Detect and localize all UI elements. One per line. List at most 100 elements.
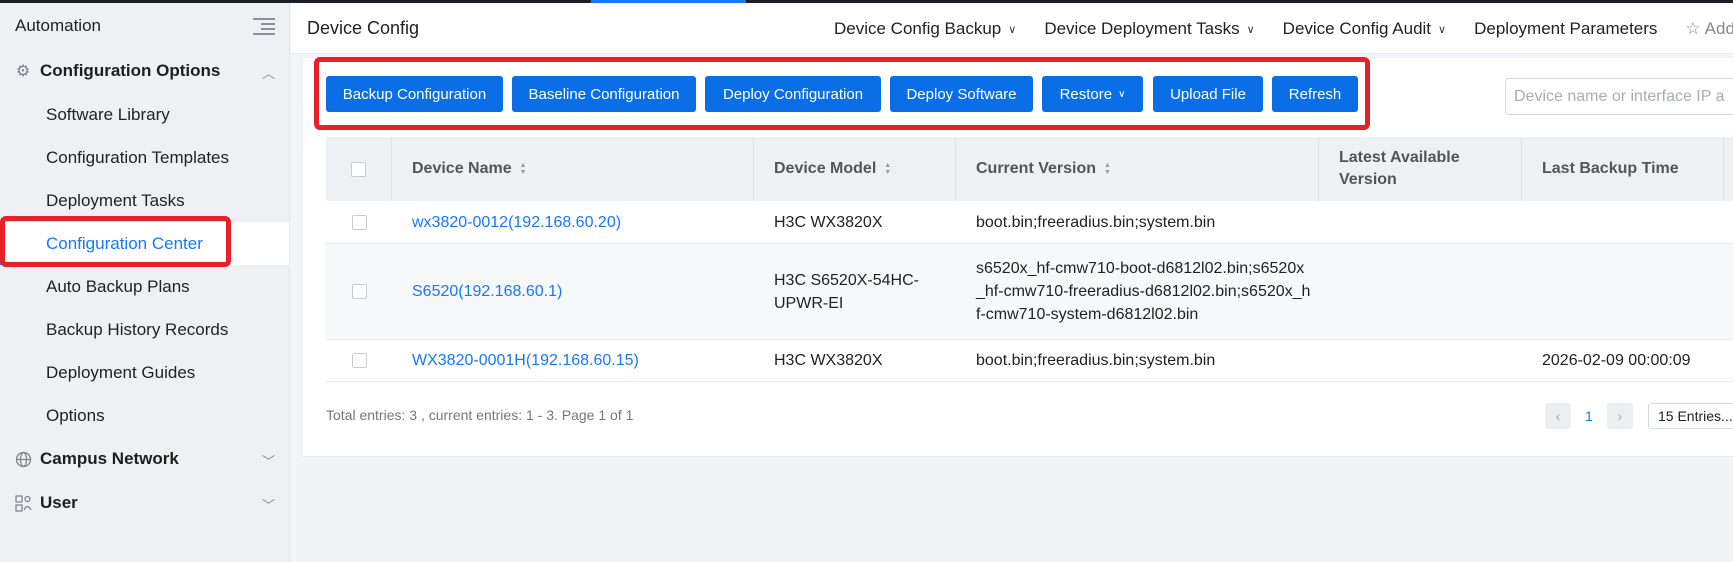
sidebar-item-backup-history-records[interactable]: Backup History Records xyxy=(0,308,289,351)
sidebar-item-options[interactable]: Options xyxy=(0,394,289,437)
column-label: Device Name xyxy=(412,160,512,177)
sidebar-item-deployment-tasks[interactable]: Deployment Tasks xyxy=(0,179,289,222)
pagination-summary: Total entries: 3 , current entries: 1 - … xyxy=(326,407,634,423)
sidebar-item-deployment-guides[interactable]: Deployment Guides xyxy=(0,351,289,394)
chevron-right-icon[interactable]: › xyxy=(1606,403,1633,429)
button-label: Deploy Configuration xyxy=(722,85,864,103)
button-label: Backup Configuration xyxy=(342,85,487,103)
page-number[interactable]: 1 xyxy=(1585,408,1593,424)
nav-label: Device Deployment Tasks xyxy=(1044,19,1240,38)
nav-device-config-backup[interactable]: Device Config Backup ∨ xyxy=(834,19,1016,39)
button-label: Restore xyxy=(1059,85,1113,103)
deploy-software-button[interactable]: Deploy Software xyxy=(890,76,1033,112)
restore-dropdown-button[interactable]: Restore ∨ xyxy=(1042,76,1143,112)
device-model-cell: H3C S6520X-54HC-UPWR-EI xyxy=(774,271,919,312)
nav-label: Device Config Backup xyxy=(834,19,1002,38)
column-header-device-name[interactable]: Device Name ▲ ▼ xyxy=(392,137,754,201)
chevron-down-icon: ∨ xyxy=(1118,88,1126,100)
select-all-checkbox[interactable] xyxy=(351,161,366,177)
chevron-down-icon: ﹀ xyxy=(261,454,275,469)
collapse-menu-icon[interactable] xyxy=(253,17,275,35)
sidebar-item-configuration-templates[interactable]: Configuration Templates xyxy=(0,136,289,179)
device-model-cell: H3C WX3820X xyxy=(774,352,883,369)
sort-icon[interactable]: ▲ ▼ xyxy=(1104,162,1111,176)
device-table: Device Name ▲ ▼ Device Model ▲ ▼ Current Ver… xyxy=(326,137,1733,382)
sidebar-item-label: Configuration Templates xyxy=(46,147,230,167)
search-input[interactable]: Device name or interface IP a xyxy=(1505,78,1733,115)
sort-icon[interactable]: ▲ ▼ xyxy=(520,162,527,176)
sidebar-item-configuration-center[interactable]: Configuration Center xyxy=(0,222,289,265)
table-row[interactable]: S6520(192.168.60.1) H3C S6520X-54HC-UPWR… xyxy=(326,244,1733,340)
latest-version-cell xyxy=(1319,244,1522,339)
sort-icon[interactable]: ▲ ▼ xyxy=(884,162,891,176)
top-nav: Device Config Backup ∨ Device Deployment … xyxy=(834,19,1733,39)
current-version-cell: boot.bin;freeradius.bin;system.bin xyxy=(976,213,1216,231)
table-row[interactable]: WX3820-0001H(192.168.60.15) H3C WX3820X … xyxy=(326,340,1733,382)
user-group-icon xyxy=(14,494,32,512)
chevron-up-icon: ︿ xyxy=(261,66,275,81)
globe-icon xyxy=(14,450,32,468)
page-size-select[interactable]: 15 Entries... xyxy=(1648,403,1733,429)
chevron-down-icon: ∨ xyxy=(1438,23,1447,36)
sidebar-item-label: Configuration Center xyxy=(46,233,203,253)
sidebar-item-label: Deployment Tasks xyxy=(46,190,185,210)
chevron-down-icon: ∨ xyxy=(1008,23,1017,36)
device-name-link[interactable]: WX3820-0001H(192.168.60.15) xyxy=(392,340,754,381)
button-label: Baseline Configuration xyxy=(528,85,680,103)
page-size-label: 15 Entries... xyxy=(1658,408,1733,424)
sidebar-group-configuration-options[interactable]: ⚙ Configuration Options ︿ xyxy=(0,49,289,93)
sidebar-item-label: Options xyxy=(46,405,105,425)
column-header-device-model[interactable]: Device Model ▲ ▼ xyxy=(754,137,956,201)
nav-device-config-audit[interactable]: Device Config Audit ∨ xyxy=(1283,19,1446,39)
button-label: Refresh xyxy=(1288,85,1342,103)
nav-label: Deployment Parameters xyxy=(1474,19,1658,38)
nav-add-favorite[interactable]: ☆ Add xyxy=(1685,19,1733,39)
nav-device-deployment-tasks[interactable]: Device Deployment Tasks ∨ xyxy=(1044,19,1254,39)
nav-label: Add xyxy=(1704,19,1733,38)
device-name-link[interactable]: wx3820-0012(192.168.60.20) xyxy=(392,201,754,243)
chevron-left-icon[interactable]: ‹ xyxy=(1545,403,1571,429)
last-backup-cell xyxy=(1522,244,1724,339)
column-label: Latest Available Version xyxy=(1339,149,1460,188)
sidebar-group-campus-network[interactable]: Campus Network ﹀ xyxy=(0,437,289,481)
sidebar-item-label: Software Library xyxy=(46,104,170,124)
sidebar-item-auto-backup-plans[interactable]: Auto Backup Plans xyxy=(0,265,289,308)
sidebar-group-user[interactable]: User ﹀ xyxy=(0,481,289,525)
chevron-down-icon: ∨ xyxy=(1246,23,1255,36)
column-label: Last Backup Time xyxy=(1542,160,1679,177)
upload-file-button[interactable]: Upload File xyxy=(1153,76,1263,112)
table-header: Device Name ▲ ▼ Device Model ▲ ▼ Current Ver… xyxy=(326,137,1733,201)
baseline-configuration-button[interactable]: Baseline Configuration xyxy=(512,76,696,112)
sidebar-group-label: Configuration Options xyxy=(40,61,221,80)
column-label: Device Model xyxy=(774,160,877,177)
gear-icon: ⚙ xyxy=(15,63,31,80)
search-placeholder: Device name or interface IP a xyxy=(1514,88,1725,105)
device-name-link[interactable]: S6520(192.168.60.1) xyxy=(392,244,754,339)
row-checkbox-cell xyxy=(326,201,392,243)
refresh-button[interactable]: Refresh xyxy=(1272,76,1358,112)
deploy-configuration-button[interactable]: Deploy Configuration xyxy=(705,76,881,112)
sidebar: Automation ⚙ Configuration Options ︿ Sof… xyxy=(0,3,290,562)
latest-version-cell xyxy=(1319,201,1522,243)
sidebar-item-software-library[interactable]: Software Library xyxy=(0,93,289,136)
nav-deployment-parameters[interactable]: Deployment Parameters xyxy=(1474,19,1657,39)
button-label: Upload File xyxy=(1170,85,1246,103)
last-backup-cell xyxy=(1522,201,1724,243)
page-header: Device Config Device Config Backup ∨ Devi… xyxy=(291,3,1733,54)
latest-version-cell xyxy=(1319,340,1522,381)
column-header-last-backup-time: Last Backup Time xyxy=(1522,137,1724,201)
table-row[interactable]: wx3820-0012(192.168.60.20) H3C WX3820X b… xyxy=(326,201,1733,244)
last-backup-cell: 2026-02-09 00:00:09 xyxy=(1542,352,1691,369)
sidebar-item-label: Backup History Records xyxy=(46,319,229,339)
current-version-cell: boot.bin;freeradius.bin;system.bin xyxy=(976,352,1216,369)
button-label: Deploy Software xyxy=(906,85,1017,103)
device-model-cell: H3C WX3820X xyxy=(774,213,883,231)
sidebar-header: Automation xyxy=(0,3,289,49)
select-all-checkbox-cell xyxy=(326,137,392,201)
row-checkbox[interactable] xyxy=(351,214,367,230)
column-header-current-version[interactable]: Current Version ▲ ▼ xyxy=(956,137,1319,201)
sidebar-title: Automation xyxy=(15,16,101,35)
row-checkbox[interactable] xyxy=(351,284,367,299)
backup-configuration-button[interactable]: Backup Configuration xyxy=(326,76,503,112)
row-checkbox[interactable] xyxy=(351,353,367,368)
